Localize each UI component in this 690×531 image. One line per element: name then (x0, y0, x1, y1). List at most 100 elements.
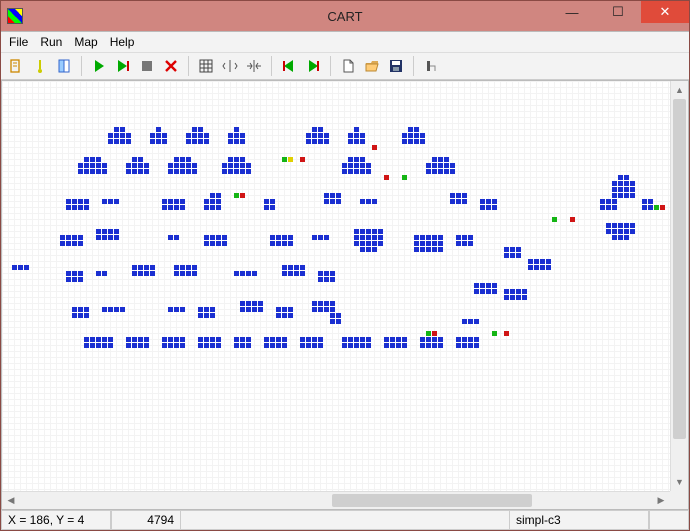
horizontal-scrollbar[interactable]: ◀ ▶ (2, 491, 670, 509)
cell (300, 265, 305, 270)
cell (438, 337, 443, 342)
cell (252, 307, 257, 312)
cell (120, 133, 125, 138)
cell (462, 241, 467, 246)
cell (132, 157, 137, 162)
cell (306, 139, 311, 144)
snap-in-button[interactable] (243, 55, 265, 77)
cell (264, 337, 269, 342)
cell (540, 259, 545, 264)
scroll-right-icon[interactable]: ▶ (652, 492, 670, 509)
cell (216, 343, 221, 348)
cell (318, 301, 323, 306)
vertical-scrollbar[interactable]: ▲ ▼ (670, 81, 688, 491)
cell (318, 133, 323, 138)
map-viewport[interactable]: ▲ ▼ ◀ ▶ (2, 81, 688, 509)
cell (96, 271, 101, 276)
cell (348, 337, 353, 342)
close-button[interactable]: ✕ (641, 1, 689, 23)
tool-b-button[interactable] (29, 55, 51, 77)
cell (162, 205, 167, 210)
cell (138, 343, 143, 348)
scroll-up-icon[interactable]: ▲ (671, 81, 688, 99)
cell (168, 343, 173, 348)
cell (606, 223, 611, 228)
open-file-button[interactable] (361, 55, 383, 77)
clear-button[interactable] (160, 55, 182, 77)
cell (456, 337, 461, 342)
cell (348, 133, 353, 138)
cell (198, 337, 203, 342)
cell (24, 265, 29, 270)
cell (492, 205, 497, 210)
cell (396, 343, 401, 348)
stop-button[interactable] (136, 55, 158, 77)
tool-a-button[interactable] (5, 55, 27, 77)
cell (126, 169, 131, 174)
cell (186, 163, 191, 168)
cell (156, 139, 161, 144)
cell (330, 307, 335, 312)
cell (144, 337, 149, 342)
cell (450, 169, 455, 174)
tool-c-button[interactable] (53, 55, 75, 77)
minimize-button[interactable]: — (549, 1, 595, 23)
cell (282, 235, 287, 240)
cell (198, 307, 203, 312)
maximize-button[interactable]: ☐ (595, 1, 641, 23)
cell (102, 163, 107, 168)
cell (480, 289, 485, 294)
cell (270, 337, 275, 342)
cell (648, 199, 653, 204)
menu-file[interactable]: File (9, 35, 28, 49)
menu-run[interactable]: Run (40, 35, 62, 49)
vscroll-thumb[interactable] (673, 99, 686, 439)
cell (138, 265, 143, 270)
run-button[interactable] (88, 55, 110, 77)
save-file-button[interactable] (385, 55, 407, 77)
step-forward-button[interactable] (302, 55, 324, 77)
cell (96, 157, 101, 162)
cell (222, 235, 227, 240)
cell (228, 169, 233, 174)
cell (66, 271, 71, 276)
cell (468, 343, 473, 348)
cell (444, 157, 449, 162)
cell (114, 235, 119, 240)
cell (90, 163, 95, 168)
cell (414, 133, 419, 138)
cell (390, 337, 395, 342)
cell (150, 133, 155, 138)
cell (360, 163, 365, 168)
cell (84, 169, 89, 174)
cell (366, 337, 371, 342)
menu-help[interactable]: Help (110, 35, 135, 49)
cell (324, 277, 329, 282)
new-file-button[interactable] (337, 55, 359, 77)
grid-button[interactable] (195, 55, 217, 77)
hscroll-thumb[interactable] (332, 494, 532, 507)
cell (186, 157, 191, 162)
scroll-left-icon[interactable]: ◀ (2, 492, 20, 509)
cell (132, 337, 137, 342)
cell (252, 271, 257, 276)
cell (78, 235, 83, 240)
step-back-button[interactable] (278, 55, 300, 77)
menu-map[interactable]: Map (74, 35, 97, 49)
cell (330, 193, 335, 198)
run-fast-button[interactable] (112, 55, 134, 77)
cell (168, 199, 173, 204)
cell (102, 169, 107, 174)
cell (366, 163, 371, 168)
titlebar[interactable]: CART — ☐ ✕ (1, 1, 689, 31)
cell (432, 343, 437, 348)
cell (84, 343, 89, 348)
cell (402, 133, 407, 138)
cell (552, 217, 557, 222)
scroll-down-icon[interactable]: ▼ (671, 473, 688, 491)
cell (324, 235, 329, 240)
cell (210, 193, 215, 198)
cell (180, 205, 185, 210)
properties-button[interactable] (420, 55, 442, 77)
snap-out-button[interactable] (219, 55, 241, 77)
